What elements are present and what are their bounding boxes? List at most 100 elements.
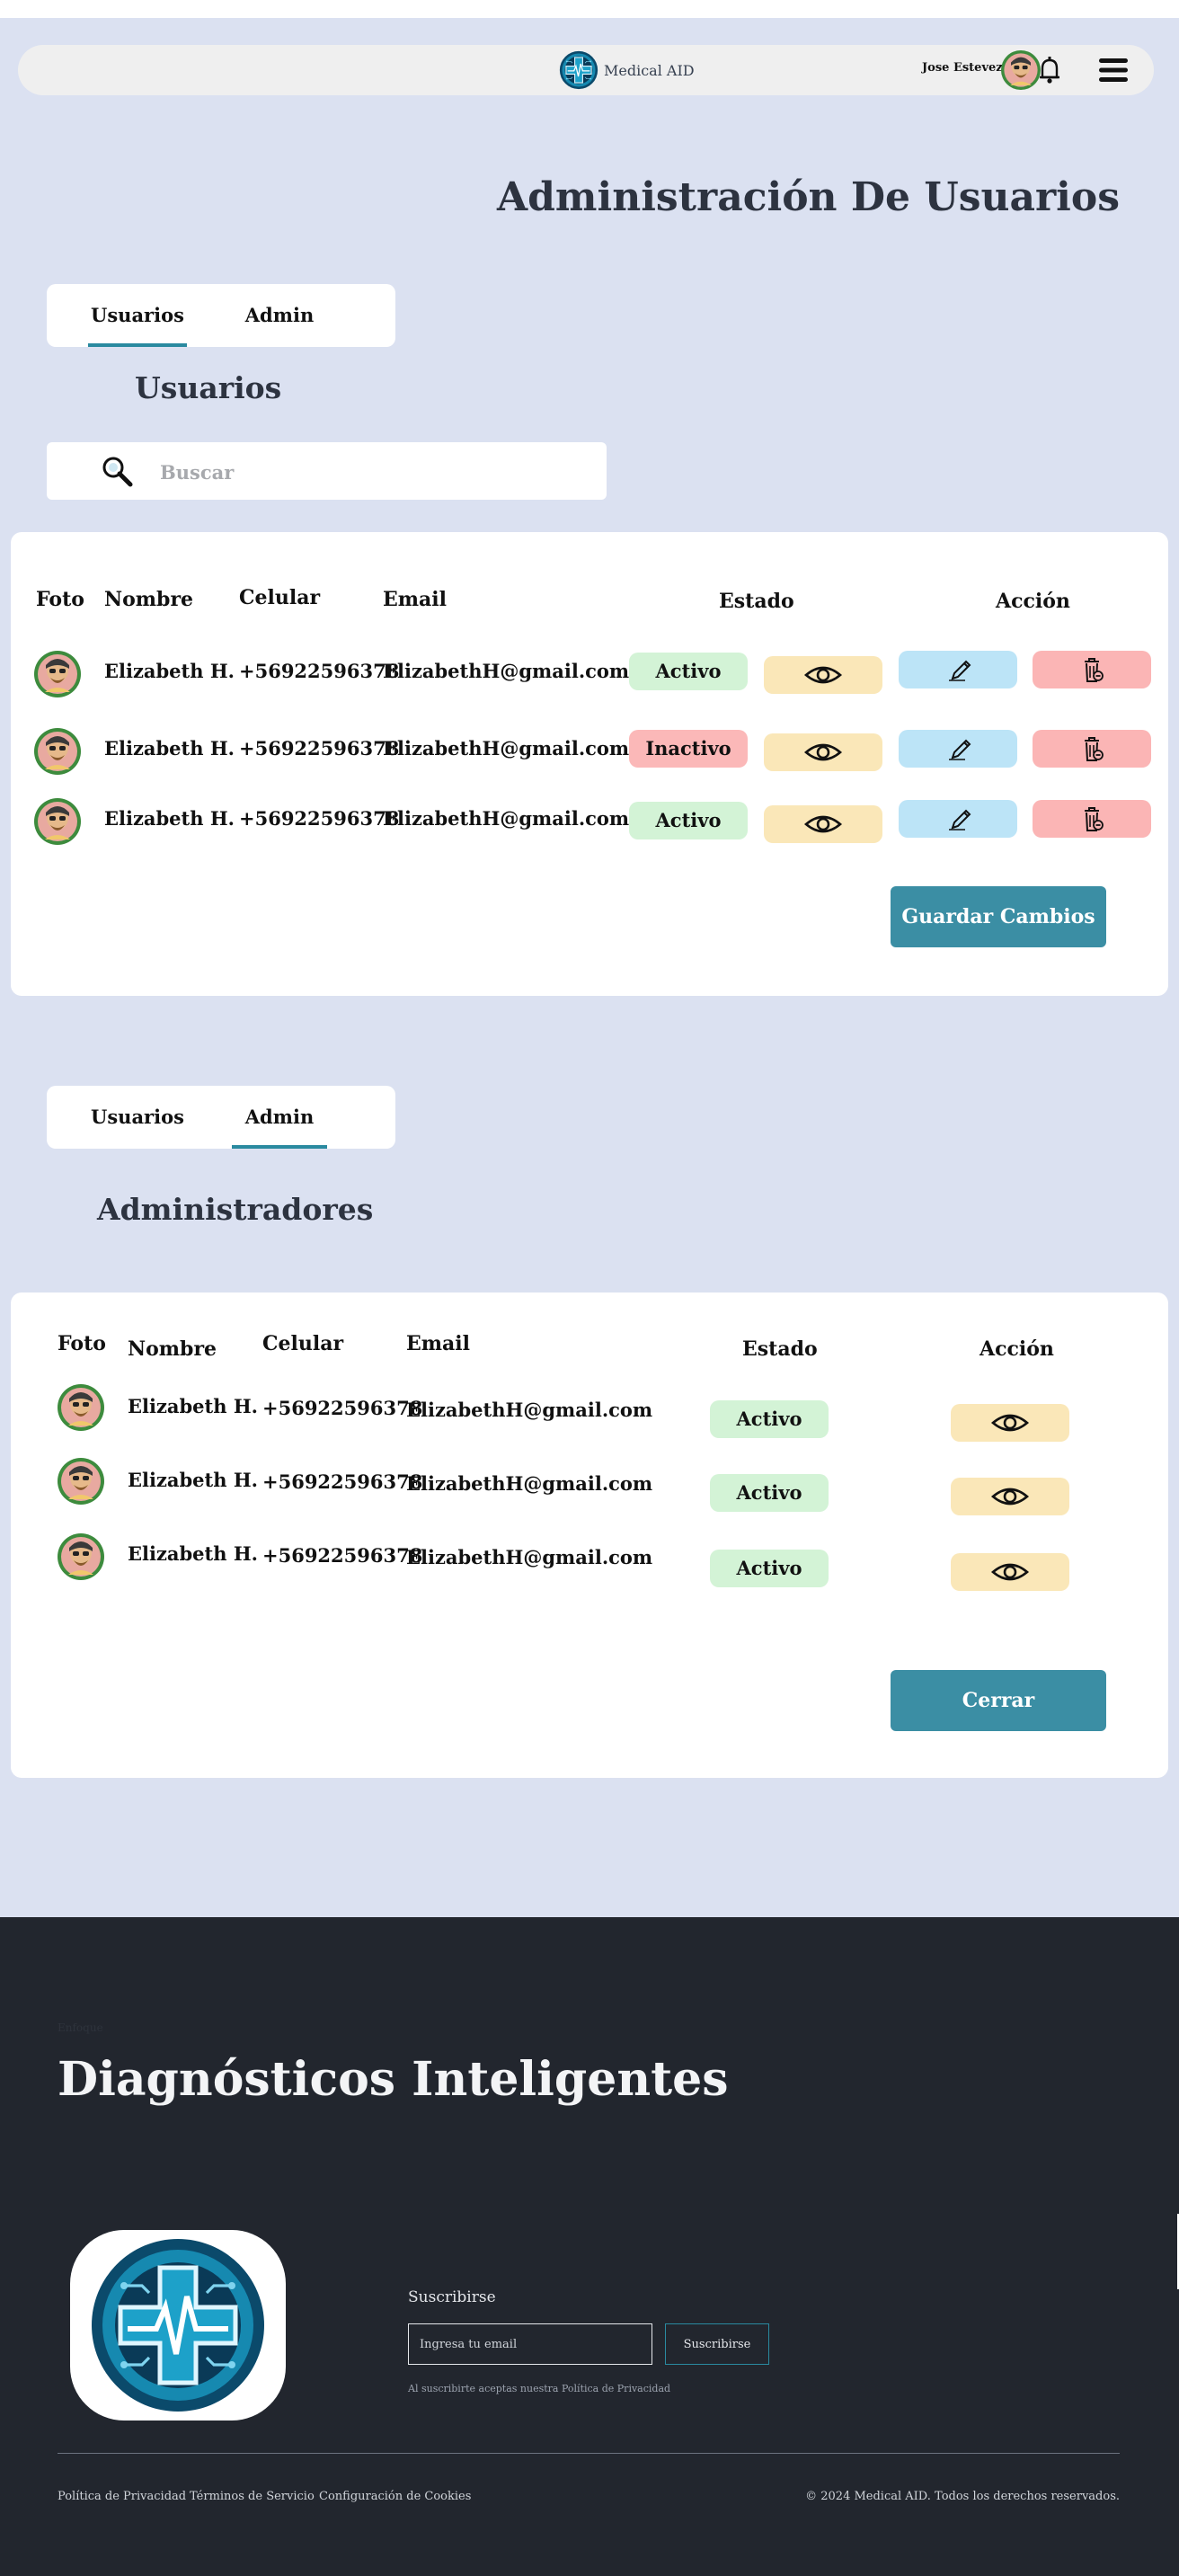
row-phone: +56922596378 — [262, 1544, 423, 1567]
status-badge[interactable]: Activo — [710, 1400, 829, 1438]
footer-title: Diagnósticos Inteligentes — [58, 2052, 729, 2107]
eye-icon — [803, 739, 843, 766]
privacy-note: Al suscribirte aceptas nuestra Política … — [408, 2383, 671, 2394]
row-email: ElizabethH@gmail.com — [406, 1399, 653, 1421]
footer: Enfoque Diagnósticos Inteligentes Suscri… — [0, 1917, 1179, 2576]
tabs-admin-view: Usuarios Admin — [47, 1086, 395, 1149]
view-button[interactable] — [951, 1404, 1069, 1442]
row-phone: +56922596378 — [239, 660, 400, 682]
avatar — [58, 1458, 104, 1505]
delete-button[interactable] — [1033, 730, 1151, 768]
col-header-email: Email — [383, 588, 448, 611]
avatar — [58, 1384, 104, 1431]
eye-icon — [803, 811, 843, 838]
col-header-email: Email — [406, 1332, 471, 1355]
view-button[interactable] — [764, 656, 882, 694]
view-button[interactable] — [951, 1478, 1069, 1515]
footer-divider — [58, 2453, 1120, 2454]
row-name: Elizabeth H. — [128, 1542, 258, 1565]
edit-button[interactable] — [899, 730, 1017, 768]
trash-icon — [1072, 735, 1112, 762]
eye-icon — [990, 1559, 1030, 1586]
row-email: ElizabethH@gmail.com — [406, 1472, 653, 1495]
col-header-phone: Celular — [262, 1332, 344, 1355]
status-badge[interactable]: Activo — [710, 1474, 829, 1512]
avatar — [34, 798, 81, 845]
user-name: Jose Estevez — [922, 61, 1003, 75]
edit-button[interactable] — [899, 800, 1017, 838]
footer-kicker: Enfoque — [58, 2021, 103, 2034]
top-strip — [0, 0, 1179, 18]
status-badge[interactable]: Activo — [629, 802, 748, 839]
view-button[interactable] — [951, 1553, 1069, 1591]
subscribe-button[interactable]: Suscribirse — [665, 2323, 769, 2365]
row-name: Elizabeth H. — [104, 807, 235, 830]
search-box — [47, 442, 607, 500]
avatar — [34, 728, 81, 775]
delete-button[interactable] — [1033, 800, 1151, 838]
page-title: Administración De Usuarios — [497, 174, 1120, 220]
col-header-status: Estado — [719, 590, 794, 613]
col-header-status: Estado — [742, 1337, 818, 1361]
eye-icon — [990, 1409, 1030, 1436]
tab-usuarios[interactable]: Usuarios — [88, 284, 187, 347]
medical-cross-logo-icon — [88, 2235, 268, 2415]
view-button[interactable] — [764, 733, 882, 771]
footer-logo — [70, 2230, 286, 2421]
trash-icon — [1072, 805, 1112, 832]
brand-name: Medical AID — [604, 61, 695, 79]
status-badge[interactable]: Inactivo — [629, 730, 748, 768]
search-input[interactable] — [158, 453, 584, 491]
col-header-name: Nombre — [128, 1337, 217, 1361]
row-email: ElizabethH@gmail.com — [383, 660, 630, 682]
row-email: ElizabethH@gmail.com — [383, 737, 630, 759]
save-changes-button[interactable]: Guardar Cambios — [891, 886, 1106, 947]
row-phone: +56922596378 — [239, 737, 400, 759]
edit-button[interactable] — [899, 651, 1017, 688]
close-button[interactable]: Cerrar — [891, 1670, 1106, 1731]
tab-admin[interactable]: Admin — [234, 284, 325, 347]
users-section-title: Usuarios — [135, 370, 282, 405]
tabs-users-view: Usuarios Admin — [47, 284, 395, 347]
users-table-card: Foto Nombre Celular Email Estado Acción … — [11, 532, 1168, 996]
brand[interactable]: Medical AID — [559, 48, 695, 93]
medical-cross-logo-icon — [559, 50, 598, 90]
row-email: ElizabethH@gmail.com — [383, 807, 630, 830]
col-header-action: Acción — [980, 1337, 1054, 1361]
admins-section-title: Administradores — [97, 1192, 374, 1227]
footer-link-privacy[interactable]: Política de Privacidad — [58, 2490, 186, 2503]
navbar: Medical AID Jose Estevez — [18, 45, 1154, 95]
col-header-photo: Foto — [36, 588, 84, 611]
row-phone: +56922596378 — [262, 1470, 423, 1493]
magnifier-icon[interactable] — [101, 455, 133, 487]
row-name: Elizabeth H. — [128, 1469, 258, 1491]
admins-table-card: Foto Nombre Celular Email Estado Acción … — [11, 1292, 1168, 1778]
subscribe-label: Suscribirse — [408, 2288, 496, 2306]
row-name: Elizabeth H. — [104, 660, 235, 682]
view-button[interactable] — [764, 805, 882, 843]
tab-admin[interactable]: Admin — [232, 1086, 327, 1149]
status-badge[interactable]: Activo — [710, 1550, 829, 1587]
footer-link-cookies[interactable]: Configuración de Cookies — [319, 2490, 471, 2503]
col-header-name: Nombre — [104, 588, 194, 611]
row-name: Elizabeth H. — [104, 737, 235, 759]
copyright: © 2024 Medical AID. Todos los derechos r… — [805, 2490, 1120, 2503]
eye-icon — [803, 662, 843, 688]
trash-icon — [1072, 656, 1112, 683]
row-name: Elizabeth H. — [128, 1395, 258, 1417]
subscribe-email-field[interactable] — [408, 2323, 652, 2365]
pencil-icon — [938, 656, 978, 683]
row-phone: +56922596378 — [239, 807, 400, 830]
avatar — [34, 651, 81, 697]
delete-button[interactable] — [1033, 651, 1151, 688]
bell-icon[interactable] — [1033, 54, 1066, 86]
col-header-photo: Foto — [58, 1332, 106, 1355]
row-phone: +56922596378 — [262, 1397, 423, 1419]
status-badge[interactable]: Activo — [629, 653, 748, 690]
hamburger-menu-icon[interactable] — [1099, 57, 1128, 84]
row-email: ElizabethH@gmail.com — [406, 1546, 653, 1568]
footer-link-terms[interactable]: Términos de Servicio — [190, 2490, 315, 2503]
pencil-icon — [938, 735, 978, 762]
tab-usuarios[interactable]: Usuarios — [88, 1086, 187, 1149]
pencil-icon — [938, 805, 978, 832]
